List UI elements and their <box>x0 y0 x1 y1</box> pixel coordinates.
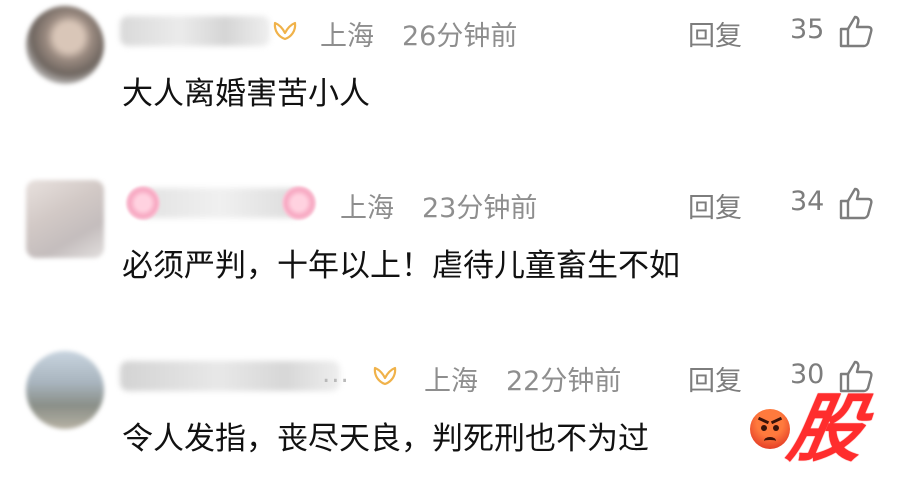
comment-text: 令人发指，丧尽天良，判死刑也不为过 <box>122 421 649 457</box>
username-blurred[interactable] <box>120 16 270 46</box>
thumbs-up-icon[interactable] <box>838 14 874 48</box>
comment-location: 上海 <box>320 21 374 52</box>
watermark-logo: 股 <box>782 385 872 472</box>
comment-time: 22分钟前 <box>506 366 622 397</box>
comment-item: 上海 23分钟前 回复 34 必须严判，十年以上！虐待儿童畜生不如 <box>0 172 900 322</box>
avatar[interactable] <box>26 6 104 84</box>
comment-location: 上海 <box>424 366 478 397</box>
flower-sticker-icon <box>282 186 316 220</box>
username-blurred[interactable] <box>120 361 340 391</box>
comment-text: 大人离婚害苦小人 <box>122 76 370 112</box>
username-ellipsis: ... <box>322 359 350 389</box>
comment-item: ... 上海 22分钟前 回复 30 令人发指，丧尽天良，判死刑也不为过 <box>0 345 900 495</box>
comment-item: 上海 26分钟前 回复 35 大人离婚害苦小人 <box>0 0 900 150</box>
reply-button[interactable]: 回复 <box>688 14 742 53</box>
username-blurred[interactable] <box>140 188 300 218</box>
vip-wing-badge-icon <box>370 363 400 389</box>
reply-button[interactable]: 回复 <box>688 186 742 225</box>
vip-wing-badge-icon <box>270 18 300 44</box>
like-count: 35 <box>790 14 825 45</box>
comment-time: 26分钟前 <box>402 21 518 52</box>
avatar[interactable] <box>26 180 104 258</box>
reply-button[interactable]: 回复 <box>688 359 742 398</box>
avatar[interactable] <box>26 351 104 429</box>
thumbs-up-icon[interactable] <box>838 186 874 220</box>
comment-location: 上海 <box>340 193 394 224</box>
like-count: 34 <box>790 186 825 217</box>
comment-text: 必须严判，十年以上！虐待儿童畜生不如 <box>122 248 680 284</box>
comment-time: 23分钟前 <box>422 193 538 224</box>
flower-sticker-icon <box>126 186 160 220</box>
